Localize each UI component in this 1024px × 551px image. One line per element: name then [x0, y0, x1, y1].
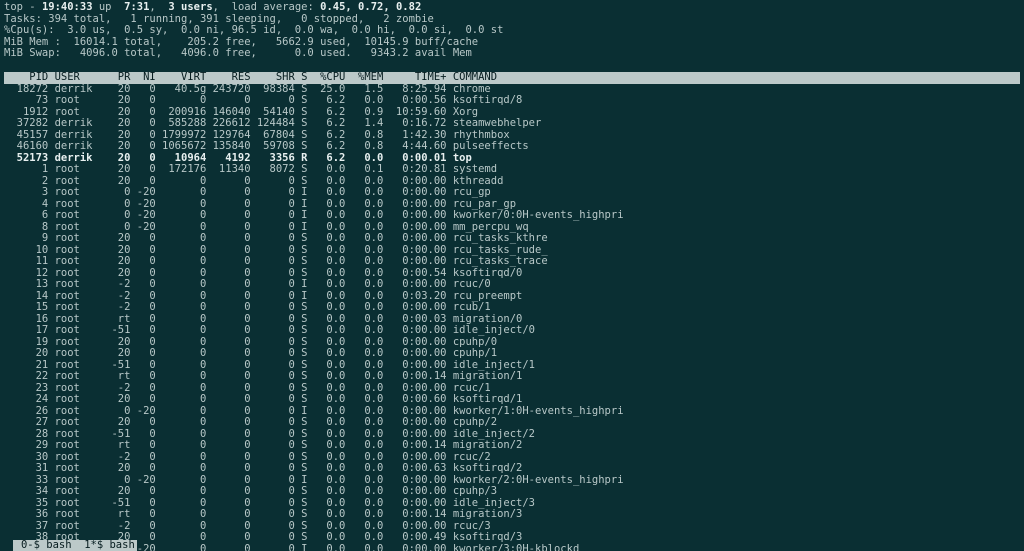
process-row[interactable]: 73 root 20 0 0 0 0 S 6.2 0.0 0:00.56 kso… — [4, 95, 1020, 107]
process-row[interactable]: 17 root -51 0 0 0 0 S 0.0 0.0 0:00.00 id… — [4, 325, 1020, 337]
process-row[interactable]: 15 root -2 0 0 0 0 S 0.0 0.0 0:00.00 rcu… — [4, 302, 1020, 314]
summary-line-cpu: %Cpu(s): 3.0 us, 0.5 sy, 0.0 ni, 96.5 id… — [4, 25, 1020, 37]
tmux-window-tabs[interactable]: 0-$ bash 1*$ bash — [13, 540, 137, 551]
process-row[interactable]: 1 root 20 0 172176 11340 8072 S 0.0 0.1 … — [4, 164, 1020, 176]
process-row[interactable]: 22 root rt 0 0 0 0 S 0.0 0.0 0:00.14 mig… — [4, 371, 1020, 383]
summary-line-swap: MiB Swap: 4096.0 total, 4096.0 free, 0.0… — [4, 48, 1020, 60]
process-row[interactable]: 46160 derrik 20 0 1065672 135840 59708 S… — [4, 141, 1020, 153]
process-row[interactable]: 27 root 20 0 0 0 0 S 0.0 0.0 0:00.00 cpu… — [4, 417, 1020, 429]
process-row[interactable]: 36 root rt 0 0 0 0 S 0.0 0.0 0:00.14 mig… — [4, 509, 1020, 521]
process-row[interactable]: 9 root 20 0 0 0 0 S 0.0 0.0 0:00.00 rcu_… — [4, 233, 1020, 245]
process-row[interactable]: 40 root 0 -20 0 0 0 I 0.0 0.0 0:00.00 kw… — [4, 544, 1020, 551]
summary-line-uptime: top - 19:40:33 up 7:31, 3 users, load av… — [4, 2, 1020, 14]
process-row[interactable]: 38 root 20 0 0 0 0 S 0.0 0.0 0:00.49 kso… — [4, 532, 1020, 544]
terminal-window[interactable]: top - 19:40:33 up 7:31, 3 users, load av… — [0, 0, 1024, 551]
tmux-status-bar[interactable]: 0-$ bash 1*$ bash — [0, 528, 137, 551]
process-row[interactable]: 24 root 20 0 0 0 0 S 0.0 0.0 0:00.60 kso… — [4, 394, 1020, 406]
process-row[interactable]: 34 root 20 0 0 0 0 S 0.0 0.0 0:00.00 cpu… — [4, 486, 1020, 498]
process-row[interactable]: 31 root 20 0 0 0 0 S 0.0 0.0 0:00.63 kso… — [4, 463, 1020, 475]
process-row[interactable]: 37282 derrik 20 0 585288 226612 124484 S… — [4, 118, 1020, 130]
process-row[interactable]: 6 root 0 -20 0 0 0 I 0.0 0.0 0:00.00 kwo… — [4, 210, 1020, 222]
process-row[interactable]: 11 root 20 0 0 0 0 S 0.0 0.0 0:00.00 rcu… — [4, 256, 1020, 268]
process-list[interactable]: 18272 derrik 20 0 40.5g 243720 98384 S 2… — [4, 84, 1020, 551]
process-row[interactable]: 3 root 0 -20 0 0 0 I 0.0 0.0 0:00.00 rcu… — [4, 187, 1020, 199]
column-header-row[interactable]: PID USER PR NI VIRT RES SHR S %CPU %MEM … — [4, 72, 1020, 84]
process-row[interactable]: 29 root rt 0 0 0 0 S 0.0 0.0 0:00.14 mig… — [4, 440, 1020, 452]
blank-line — [4, 60, 1020, 72]
process-row[interactable]: 20 root 20 0 0 0 0 S 0.0 0.0 0:00.00 cpu… — [4, 348, 1020, 360]
process-row[interactable]: 13 root -2 0 0 0 0 I 0.0 0.0 0:00.00 rcu… — [4, 279, 1020, 291]
